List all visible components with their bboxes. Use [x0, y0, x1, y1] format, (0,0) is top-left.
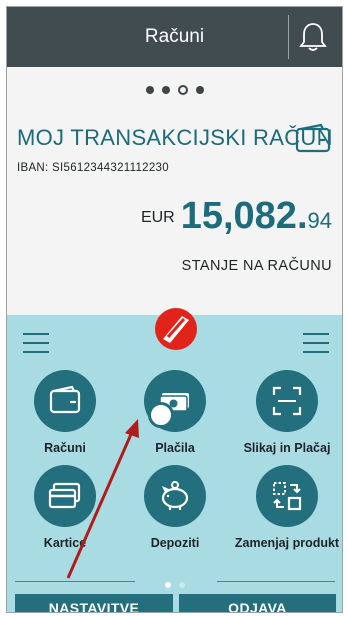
tile-racuni-circle[interactable]	[34, 370, 96, 432]
tile-placila[interactable]: Plačila	[119, 370, 231, 455]
wallet-icon[interactable]	[295, 123, 331, 155]
tile-placila-circle[interactable]	[144, 370, 206, 432]
account-title[interactable]: MOJ TRANSAKCIJSKI RAČUN	[17, 125, 333, 151]
tile-zamenjaj-circle[interactable]	[256, 465, 318, 527]
bell-icon[interactable]	[296, 21, 330, 53]
app-frame: Računi MOJ TRANSAKCIJSKI RAČUN IBAN: SI5…	[6, 6, 343, 613]
tile-label: Kartice	[43, 536, 87, 550]
iban-label: IBAN:	[17, 162, 49, 174]
tile-label: Depoziti	[150, 536, 200, 550]
settings-button[interactable]: NASTAVITVE	[15, 594, 173, 612]
carousel-dot[interactable]	[145, 85, 154, 94]
tile-kartice[interactable]: Kartice	[9, 465, 121, 550]
tile-label: Plačila	[155, 441, 195, 455]
tile-racuni[interactable]: Računi	[9, 370, 121, 455]
tile-label: Zamenjaj produkt	[234, 536, 340, 550]
bank-logo-icon	[155, 308, 197, 350]
page-dot[interactable]	[178, 582, 185, 588]
menu-right-icon[interactable]	[303, 333, 329, 353]
page-indicator[interactable]	[7, 575, 342, 593]
piggy-bank-icon	[161, 481, 189, 510]
carousel-dot[interactable]	[161, 85, 170, 94]
balance-decimals: 94	[307, 208, 332, 233]
tile-slikaj-circle[interactable]	[256, 370, 318, 432]
balance: EUR 15,082.94	[141, 195, 332, 238]
page-dot-active[interactable]	[164, 582, 171, 588]
scan-icon	[272, 386, 302, 416]
iban-text: IBAN: SI5612344321112230	[17, 162, 169, 174]
top-bar: Računi	[7, 7, 342, 67]
carousel-dot-active[interactable]	[177, 84, 188, 95]
page-title: Računi	[144, 26, 205, 47]
tile-depoziti[interactable]: Depoziti	[119, 465, 231, 550]
cards-icon	[48, 482, 81, 509]
tile-label: Slikaj in Plačaj	[243, 441, 331, 455]
menu-left-icon[interactable]	[23, 333, 49, 353]
currency-code: EUR	[140, 209, 175, 226]
menu-panel	[7, 315, 342, 612]
tile-label: Računi	[44, 441, 86, 455]
balance-amount: 15,082.	[180, 195, 308, 237]
swap-icon	[273, 482, 302, 511]
header-divider	[288, 15, 289, 59]
iban-value: SI5612344321112230	[52, 162, 169, 174]
touch-indicator	[148, 402, 174, 428]
balance-label: STANJE NA RAČUNU	[181, 258, 332, 274]
logout-button[interactable]: ODJAVA	[179, 594, 336, 612]
tile-depoziti-circle[interactable]	[144, 465, 206, 527]
carousel-dot[interactable]	[195, 85, 204, 94]
tile-slikaj[interactable]: Slikaj in Plačaj	[231, 370, 342, 455]
tile-zamenjaj[interactable]: Zamenjaj produkt	[231, 465, 342, 550]
wallet-icon	[49, 385, 81, 414]
carousel-dots[interactable]	[7, 81, 342, 97]
tile-kartice-circle[interactable]	[34, 465, 96, 527]
